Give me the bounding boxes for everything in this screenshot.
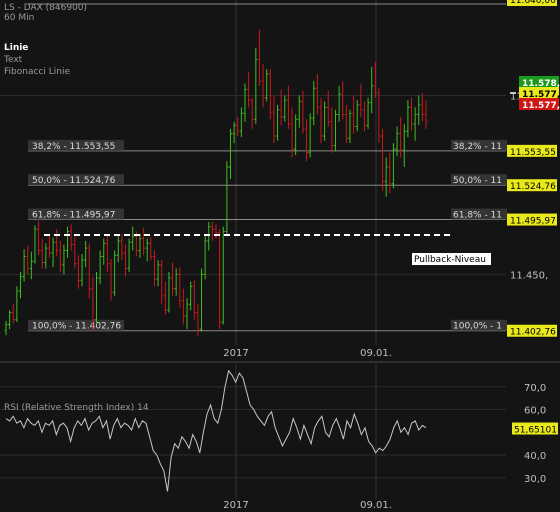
- instrument-title: LS - DAX (846900): [4, 3, 87, 13]
- fib-price-tag-text: 11.553,55: [510, 148, 556, 158]
- chart-container: 201709.01.11.600,11.450, 11.640,0038,2% …: [0, 0, 560, 512]
- rsi-y-tick-label: 40,0: [524, 451, 546, 462]
- fib-label: 50,0% - 11.524,76: [32, 176, 116, 186]
- rsi-x-tick-label: 2017: [223, 500, 248, 511]
- pullback-label: Pullback-Niveau: [414, 255, 486, 265]
- rsi-y-tick-label: 60,0: [524, 406, 546, 417]
- layer-item-fibonacci[interactable]: Fibonacci Linie: [4, 67, 70, 77]
- fib-price-tag-text: 11.402,76: [510, 328, 556, 338]
- fib-label: 61,8% - 11.495,97: [32, 211, 115, 221]
- fib-right-label: 100,0% - 1: [453, 322, 502, 332]
- fib-price-tag-top-text: 11.640,00: [510, 0, 556, 6]
- fib-right-label: 61,8% - 11: [453, 211, 502, 221]
- chart-svg: 201709.01.11.600,11.450, 11.640,0038,2% …: [0, 0, 560, 512]
- rsi-y-tick-label: 70,0: [524, 383, 546, 394]
- interval-label: 60 Min: [4, 13, 34, 23]
- y-tick-label: 11.450,: [510, 270, 548, 281]
- fib-right-label: 38,2% - 11: [453, 142, 502, 152]
- rsi-last-tag-text: 51,65101: [514, 426, 557, 436]
- fib-right-label: 50,0% - 11: [453, 176, 502, 186]
- fib-label: 38,2% - 11.553,55: [32, 142, 115, 152]
- rsi-title: RSI (Relative Strength Index) 14: [4, 403, 149, 413]
- rsi-value-tag: 51,65101: [512, 422, 558, 436]
- rsi-x-tick-label: 09.01.: [360, 500, 392, 511]
- rsi-y-tick-label: 30,0: [524, 474, 546, 485]
- fib-price-tag-text: 11.495,97: [510, 217, 556, 227]
- fib-label: 100,0% - 11.402,76: [32, 322, 121, 332]
- price-tag-text: 11.577,0: [522, 101, 560, 111]
- x-tick-label: 2017: [223, 348, 248, 359]
- layer-item-text[interactable]: Text: [3, 55, 23, 65]
- x-tick-label: 09.01.: [360, 348, 392, 359]
- layer-active[interactable]: Linie: [4, 43, 28, 53]
- fib-price-tag-text: 11.524,76: [510, 182, 556, 192]
